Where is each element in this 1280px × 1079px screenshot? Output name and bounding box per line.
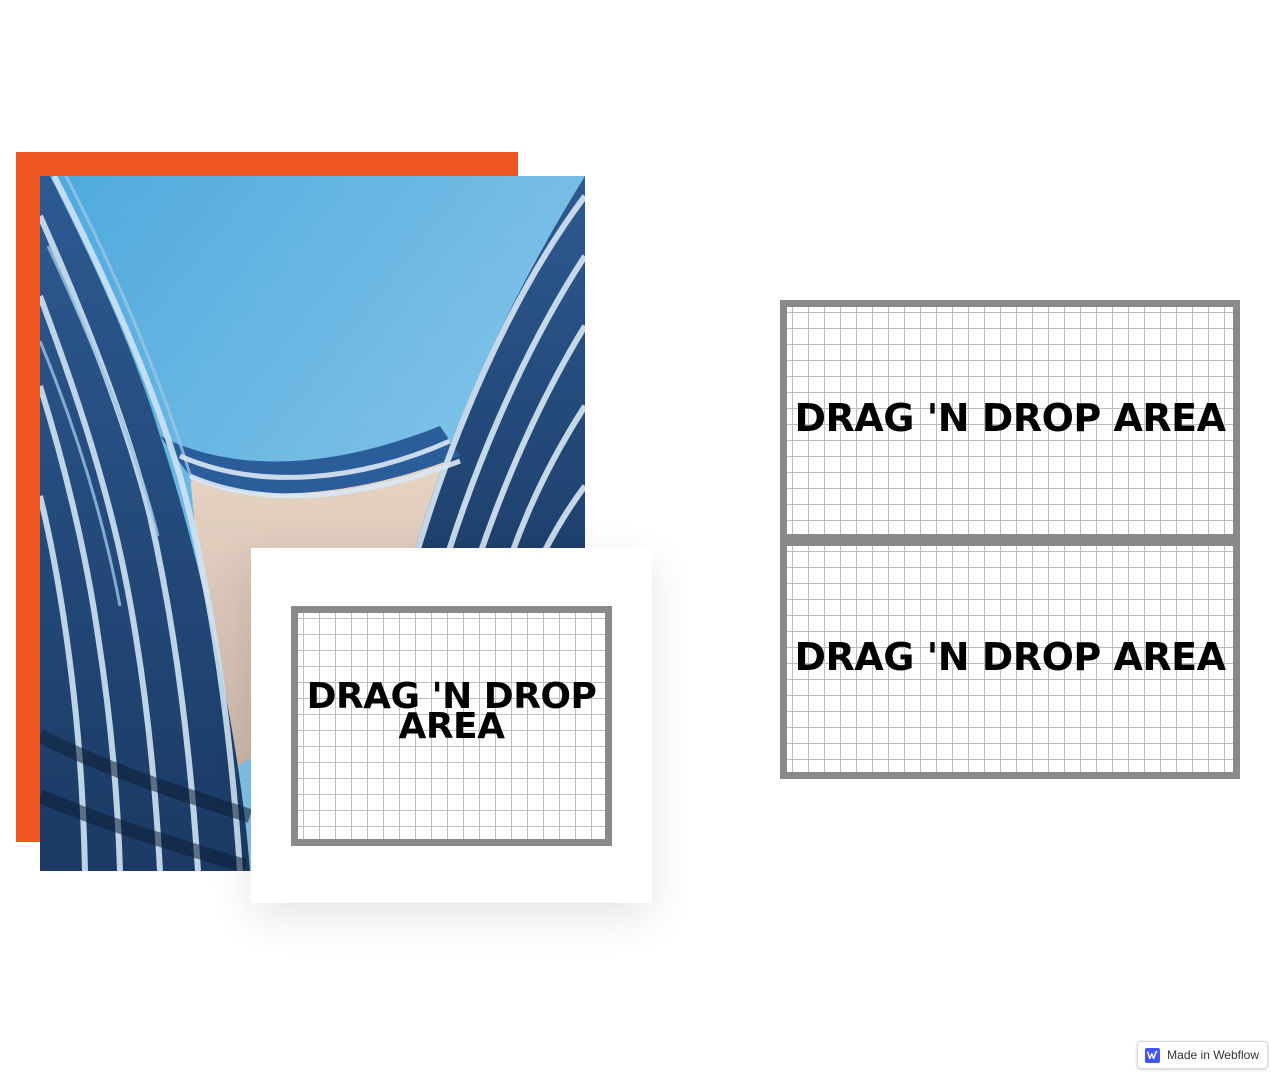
- webflow-logo-icon: [1145, 1047, 1161, 1063]
- dropzone-label: DRAG 'N DROP AREA: [794, 634, 1226, 679]
- dropzone-label: DRAG 'N DROP AREA: [794, 395, 1226, 440]
- badge-label: Made in Webflow: [1167, 1048, 1259, 1062]
- right-dropzone-bottom[interactable]: DRAG 'N DROP AREA: [780, 539, 1240, 779]
- dropzone-label: DRAG 'N DROP AREA: [306, 676, 597, 747]
- card-dropzone[interactable]: DRAG 'N DROP AREA: [291, 606, 612, 846]
- made-in-webflow-badge[interactable]: Made in Webflow: [1137, 1041, 1268, 1069]
- right-dropzone-top[interactable]: DRAG 'N DROP AREA: [780, 300, 1240, 541]
- page-stage: DRAG 'N DROP AREA DRAG 'N DROP AREA DRAG…: [0, 0, 1280, 1079]
